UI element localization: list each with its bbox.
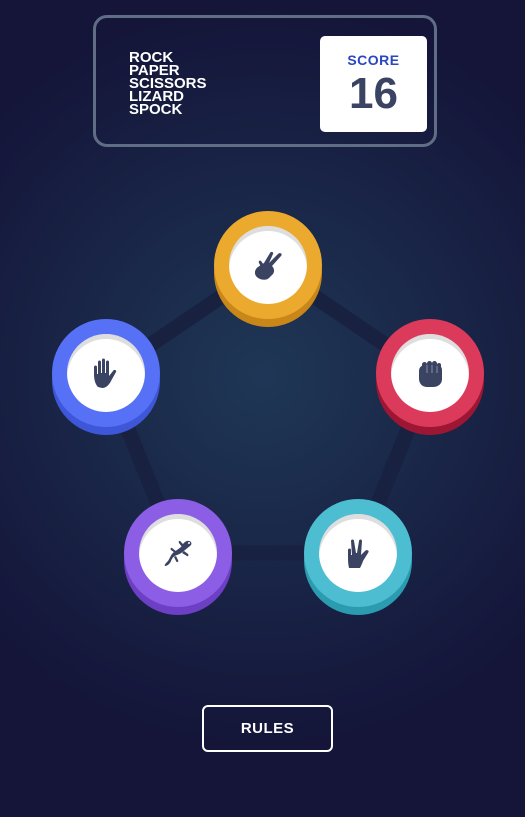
paper-choice-button[interactable] bbox=[52, 319, 160, 435]
rules-button[interactable]: RULES bbox=[202, 705, 333, 752]
lizard-icon bbox=[164, 540, 192, 566]
scissors-hand-icon bbox=[254, 251, 282, 280]
token-face bbox=[229, 226, 307, 304]
spock-hand-icon bbox=[348, 539, 369, 568]
token-face bbox=[319, 514, 397, 592]
game-header: ROCK PAPER SCISSORS LIZARD SPOCK SCORE 1… bbox=[93, 15, 437, 147]
logo-line-spock: SPOCK bbox=[129, 101, 183, 118]
spock-choice-button[interactable] bbox=[304, 499, 412, 615]
token-face bbox=[391, 334, 469, 412]
token-face bbox=[139, 514, 217, 592]
score-label: SCORE bbox=[347, 52, 400, 68]
lizard-choice-button[interactable] bbox=[124, 499, 232, 615]
game-logo: ROCK PAPER SCISSORS LIZARD SPOCK bbox=[129, 50, 207, 118]
paper-hand-icon bbox=[94, 358, 117, 388]
rock-fist-icon bbox=[419, 361, 442, 387]
rock-choice-button[interactable] bbox=[376, 319, 484, 435]
scissors-choice-button[interactable] bbox=[214, 211, 322, 327]
score-value: 16 bbox=[349, 69, 398, 118]
token-face bbox=[67, 334, 145, 412]
score-box: SCORE 16 bbox=[320, 36, 427, 132]
